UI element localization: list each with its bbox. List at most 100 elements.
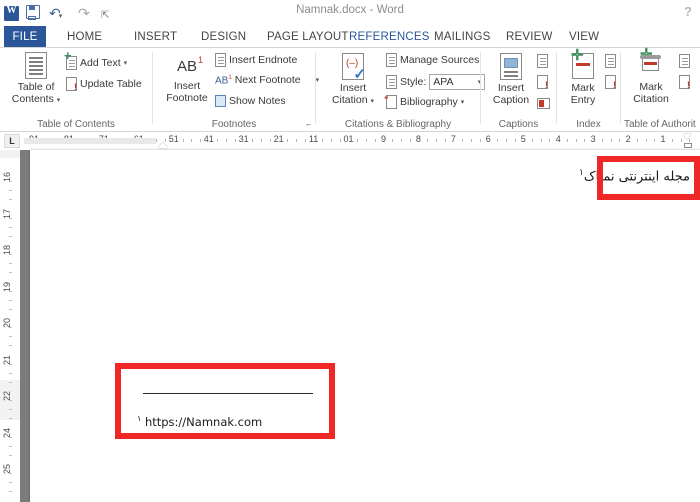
ruler-tick xyxy=(217,139,219,142)
update-index-button[interactable]: ! xyxy=(605,75,616,94)
add-text-button[interactable]: + Add Text ▾ xyxy=(64,49,128,70)
insert-caption-button[interactable]: Insert Caption xyxy=(485,53,537,106)
insert-table-of-authorities-button[interactable] xyxy=(679,54,690,73)
manage-sources-label: Manage Sources xyxy=(400,54,480,66)
vruler-tick xyxy=(9,482,12,484)
tab-insert[interactable]: INSERT xyxy=(125,26,186,48)
vruler-tick xyxy=(9,445,12,447)
vruler-tick xyxy=(9,372,12,374)
ruler-tick xyxy=(601,139,603,142)
style-label: Style: xyxy=(400,76,427,88)
citation-style-dropdown[interactable]: APA ▾ xyxy=(429,74,486,90)
mark-citation-button[interactable]: ✛ Mark Citation xyxy=(625,47,677,105)
ruler-tick xyxy=(191,139,193,142)
update-table-of-authorities-button[interactable]: ! xyxy=(679,75,690,94)
tab-design[interactable]: DESIGN xyxy=(192,26,255,48)
update-table-figures-button[interactable]: ! xyxy=(537,75,548,94)
help-icon[interactable]: ? xyxy=(684,4,692,19)
ruler-label-51: 51 xyxy=(168,134,179,144)
ruler-tick xyxy=(444,139,446,142)
ruler-label-2: 2 xyxy=(625,134,631,144)
show-notes-button[interactable]: Show Notes xyxy=(215,95,286,107)
show-notes-icon xyxy=(215,95,226,107)
tab-references[interactable]: REFERENCES xyxy=(340,26,439,48)
left-indent-marker[interactable] xyxy=(158,142,168,148)
document-page[interactable]: مجله اینترنتی نمناک١ ١ https://Namnak.co… xyxy=(30,150,700,502)
ruler-tick xyxy=(322,139,324,142)
bibliography-icon: ❝ xyxy=(384,95,397,109)
tab-home[interactable]: HOME xyxy=(58,26,111,48)
ruler-tick xyxy=(200,139,201,142)
vruler-tick xyxy=(9,226,12,228)
ruler-tick xyxy=(514,139,516,142)
cross-reference-button[interactable] xyxy=(537,96,550,114)
add-text-icon: + xyxy=(64,49,77,70)
insert-endnote-button[interactable]: Insert Endnote xyxy=(215,53,297,67)
tab-mailings[interactable]: MAILINGS xyxy=(425,26,500,48)
toc-caret-icon[interactable]: ▾ xyxy=(57,97,61,104)
ruler-tick xyxy=(366,139,367,142)
ribbon-group-captions: Insert Caption ! Captions xyxy=(481,48,556,131)
tab-file[interactable]: FILE xyxy=(4,26,46,48)
window-title: Namnak.docx - Word xyxy=(296,4,404,16)
insert-table-of-figures-button[interactable] xyxy=(537,54,548,73)
ruler-label-7: 7 xyxy=(450,134,456,144)
next-footnote-button[interactable]: AB1 Next Footnote ▾ xyxy=(215,74,319,87)
ruler-tick xyxy=(392,139,394,142)
update-index-icon: ! xyxy=(605,75,616,90)
ruler-tick xyxy=(532,139,533,142)
ruler-tick xyxy=(470,139,472,142)
vruler-tick xyxy=(9,336,12,338)
ruler-tick xyxy=(505,139,507,142)
group-label-table-of-contents: Table of Contents xyxy=(37,119,115,130)
insert-caption-icon xyxy=(500,53,522,80)
mark-entry-label-line1: Mark xyxy=(571,82,595,94)
ruler-label-9: 9 xyxy=(380,134,386,144)
horizontal-ruler-track[interactable]: 91817161514131211101987654321 xyxy=(24,132,691,150)
ruler-tick xyxy=(610,139,612,142)
footnotes-dialog-launcher[interactable]: ⌐ xyxy=(306,120,311,129)
insert-index-button[interactable] xyxy=(605,54,616,73)
insert-citation-icon: (–) ✓ xyxy=(342,53,366,82)
bibliography-caret-icon[interactable]: ▾ xyxy=(461,98,465,106)
tab-stop-selector[interactable]: L xyxy=(4,134,20,148)
update-table-button[interactable]: ! Update Table xyxy=(66,77,142,92)
vruler-tick xyxy=(9,181,12,183)
mark-entry-icon: ✛ xyxy=(571,48,594,79)
bibliography-button[interactable]: ❝ Bibliography ▾ xyxy=(384,95,465,109)
show-notes-label: Show Notes xyxy=(229,95,286,107)
table-of-contents-button[interactable]: Table of Contents ▾ xyxy=(8,52,64,106)
ruler-label-6: 6 xyxy=(485,134,491,144)
ruler-tick xyxy=(497,139,499,142)
add-text-caret-icon[interactable]: ▾ xyxy=(124,59,128,67)
vruler-tick xyxy=(9,190,12,192)
insert-citation-caret-icon[interactable]: ▾ xyxy=(371,98,375,105)
manage-sources-button[interactable]: Manage Sources xyxy=(386,53,479,67)
ruler-tick xyxy=(575,139,577,142)
horizontal-ruler[interactable]: L 91817161514131211101987654321 xyxy=(0,132,700,151)
ruler-tick xyxy=(261,139,263,142)
insert-footnote-button[interactable]: AB 1 Insert Footnote xyxy=(159,55,215,104)
right-indent-marker[interactable] xyxy=(683,134,692,148)
insert-citation-button[interactable]: (–) ✓ Insert Citation ▾ xyxy=(324,53,382,107)
group-label-index: Index xyxy=(576,119,601,130)
ruler-tick xyxy=(645,139,647,142)
next-footnote-label: Next Footnote xyxy=(234,74,301,86)
insert-caption-label-line1: Insert xyxy=(497,82,525,94)
ribbon-group-citations-bibliography: (–) ✓ Insert Citation ▾ Manage Sources St… xyxy=(316,48,486,131)
tab-view[interactable]: VIEW xyxy=(560,26,608,48)
word-application-window: ↶▾ ↷ ⇱ Namnak.docx - Word ? FILE HOME IN… xyxy=(0,0,700,502)
ruler-tick xyxy=(479,139,481,142)
mark-citation-label-line2: Citation xyxy=(633,92,669,105)
mark-entry-button[interactable]: ✛ Mark Entry xyxy=(559,48,607,106)
ruler-label-11: 11 xyxy=(308,134,319,144)
ruler-tick xyxy=(566,139,568,142)
vruler-tick xyxy=(9,491,12,493)
mark-citation-icon: ✛ xyxy=(640,47,662,77)
ruler-tick xyxy=(304,139,306,142)
tab-review[interactable]: REVIEW xyxy=(497,26,562,48)
vertical-ruler[interactable]: 16 17 18 19 20 21 22 24 25 xyxy=(0,150,21,502)
insert-citation-label-line2: Citation ▾ xyxy=(331,93,375,106)
vruler-tick xyxy=(9,299,12,301)
document-workspace: مجله اینترنتی نمناک١ ١ https://Namnak.co… xyxy=(20,150,700,502)
